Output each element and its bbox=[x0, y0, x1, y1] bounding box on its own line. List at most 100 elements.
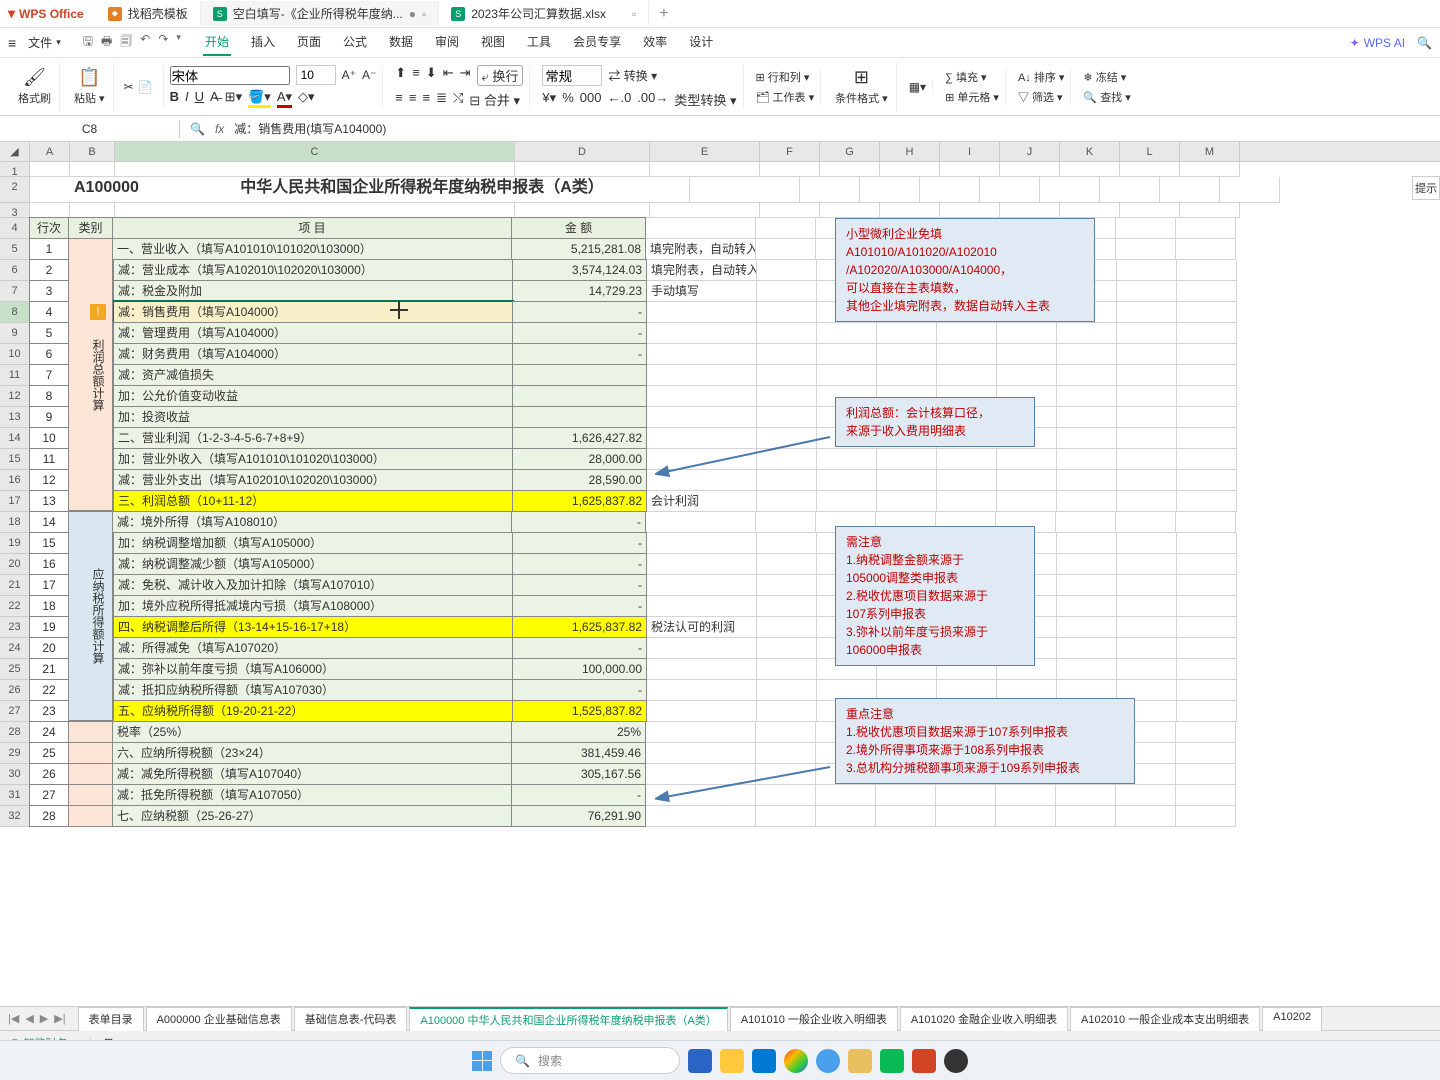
sheet-tab[interactable]: A000000 企业基础信息表 bbox=[146, 1007, 292, 1031]
cell[interactable] bbox=[647, 428, 757, 449]
row-header[interactable]: 24 bbox=[0, 638, 30, 659]
cell[interactable] bbox=[937, 344, 997, 365]
cell[interactable] bbox=[1116, 239, 1176, 260]
cell[interactable] bbox=[757, 260, 817, 281]
cell[interactable]: 减：资产减值损失 bbox=[113, 364, 513, 386]
cell[interactable] bbox=[1057, 428, 1117, 449]
number-format-select[interactable] bbox=[542, 65, 602, 86]
freeze-button[interactable]: ❄ 冻结 ▾ bbox=[1083, 69, 1130, 85]
cell[interactable]: 305,167.56 bbox=[511, 763, 646, 785]
cell[interactable] bbox=[1177, 281, 1237, 302]
cell[interactable] bbox=[757, 533, 817, 554]
cell[interactable] bbox=[1057, 386, 1117, 407]
col-header-K[interactable]: K bbox=[1060, 142, 1120, 161]
cell[interactable]: 25 bbox=[29, 742, 69, 764]
cell[interactable] bbox=[68, 721, 113, 743]
cell[interactable]: 减：所得减免（填写A107020） bbox=[113, 637, 513, 659]
italic-button[interactable]: I bbox=[185, 89, 189, 108]
cell[interactable]: 减：税金及附加 bbox=[113, 280, 513, 302]
cell[interactable] bbox=[1177, 407, 1237, 428]
cell[interactable] bbox=[880, 162, 940, 177]
cell[interactable] bbox=[512, 406, 647, 428]
cell[interactable] bbox=[1177, 428, 1237, 449]
cell[interactable] bbox=[877, 470, 937, 491]
cell[interactable] bbox=[647, 365, 757, 386]
cell[interactable]: 中华人民共和国企业所得税年度纳税申报表（A类） bbox=[155, 177, 690, 203]
increase-font-icon[interactable]: A⁺ bbox=[342, 68, 356, 82]
cell[interactable]: 23 bbox=[29, 700, 69, 722]
cell[interactable] bbox=[690, 177, 800, 203]
cell-button[interactable]: ⊞ 单元格 ▾ bbox=[945, 89, 999, 105]
cell[interactable]: 减：营业外支出（填写A102010\102020\103000） bbox=[113, 469, 513, 491]
cell[interactable]: 9 bbox=[29, 406, 69, 428]
cell[interactable] bbox=[1177, 260, 1237, 281]
cell[interactable] bbox=[1117, 575, 1177, 596]
taskbar-search[interactable]: 🔍 搜索 bbox=[500, 1047, 680, 1074]
col-header-I[interactable]: I bbox=[940, 142, 1000, 161]
cell[interactable] bbox=[1116, 785, 1176, 806]
warning-badge-icon[interactable]: ! bbox=[90, 304, 106, 320]
cell[interactable] bbox=[816, 785, 876, 806]
cell[interactable] bbox=[1177, 701, 1237, 722]
cell[interactable]: 8 bbox=[29, 385, 69, 407]
cell[interactable] bbox=[1176, 722, 1236, 743]
cell[interactable] bbox=[1117, 260, 1177, 281]
cell[interactable] bbox=[877, 323, 937, 344]
start-button[interactable] bbox=[472, 1051, 492, 1071]
cell[interactable] bbox=[817, 470, 877, 491]
cell[interactable] bbox=[646, 512, 756, 533]
cell[interactable] bbox=[757, 449, 817, 470]
cell[interactable]: 21 bbox=[29, 658, 69, 680]
cell[interactable] bbox=[877, 344, 937, 365]
col-header-D[interactable]: D bbox=[515, 142, 650, 161]
cell[interactable]: 减：财务费用（填写A104000） bbox=[113, 343, 513, 365]
cell[interactable]: 14 bbox=[29, 511, 69, 533]
doc-tab-data[interactable]: S 2023年公司汇算数据.xlsx ▫ bbox=[439, 1, 649, 26]
align-middle-icon[interactable]: ≡ bbox=[412, 65, 420, 86]
format-painter-group[interactable]: 🖌 格式刷 bbox=[10, 62, 60, 112]
cell[interactable] bbox=[757, 323, 817, 344]
cell[interactable]: 15 bbox=[29, 532, 69, 554]
cell[interactable]: 减：销售费用（填写A104000） bbox=[113, 301, 513, 323]
cell[interactable]: 金 额 bbox=[511, 217, 646, 239]
tab-start[interactable]: 开始 bbox=[203, 29, 231, 56]
cell[interactable] bbox=[512, 364, 647, 386]
cell[interactable] bbox=[1056, 512, 1116, 533]
cell[interactable] bbox=[937, 491, 997, 512]
tab-view[interactable]: 视图 bbox=[479, 29, 507, 56]
cell[interactable] bbox=[757, 428, 817, 449]
cell[interactable] bbox=[1177, 617, 1237, 638]
cell[interactable]: - bbox=[512, 322, 647, 344]
col-header-E[interactable]: E bbox=[650, 142, 760, 161]
cell[interactable] bbox=[1117, 428, 1177, 449]
col-header-M[interactable]: M bbox=[1180, 142, 1240, 161]
row-header[interactable]: 29 bbox=[0, 743, 30, 764]
filter-button[interactable]: ▽ 筛选 ▾ bbox=[1018, 89, 1064, 105]
cell[interactable] bbox=[1057, 659, 1117, 680]
bold-button[interactable]: B bbox=[170, 89, 179, 108]
cell[interactable] bbox=[1177, 596, 1237, 617]
cell[interactable] bbox=[920, 177, 980, 203]
cell[interactable] bbox=[757, 680, 817, 701]
font-size-select[interactable] bbox=[296, 65, 336, 85]
cell[interactable]: 二、营业利润（1-2-3-4-5-6-7+8+9） bbox=[113, 427, 513, 449]
tab-menu-icon[interactable]: ▫ bbox=[632, 7, 636, 21]
cell[interactable] bbox=[757, 659, 817, 680]
convert-button[interactable]: ⇄ 转换 ▾ bbox=[608, 67, 657, 84]
cell[interactable] bbox=[68, 805, 113, 827]
cell[interactable] bbox=[1057, 554, 1117, 575]
cell[interactable] bbox=[937, 365, 997, 386]
tab-data[interactable]: 数据 bbox=[387, 29, 415, 56]
cell[interactable]: 减：境外所得（填写A108010） bbox=[112, 511, 512, 533]
cell[interactable] bbox=[647, 596, 757, 617]
cell[interactable] bbox=[1056, 806, 1116, 827]
row-header[interactable]: 15 bbox=[0, 449, 30, 470]
cell[interactable] bbox=[757, 386, 817, 407]
sheet-tab[interactable]: A101010 一般企业收入明细表 bbox=[730, 1007, 898, 1031]
taskbar-app-icon[interactable] bbox=[848, 1049, 872, 1073]
tab-tools[interactable]: 工具 bbox=[525, 29, 553, 56]
cell[interactable] bbox=[1176, 785, 1236, 806]
cell[interactable] bbox=[1116, 512, 1176, 533]
cell[interactable]: 五、应纳税所得额（19-20-21-22） bbox=[113, 700, 513, 722]
cell[interactable] bbox=[757, 407, 817, 428]
